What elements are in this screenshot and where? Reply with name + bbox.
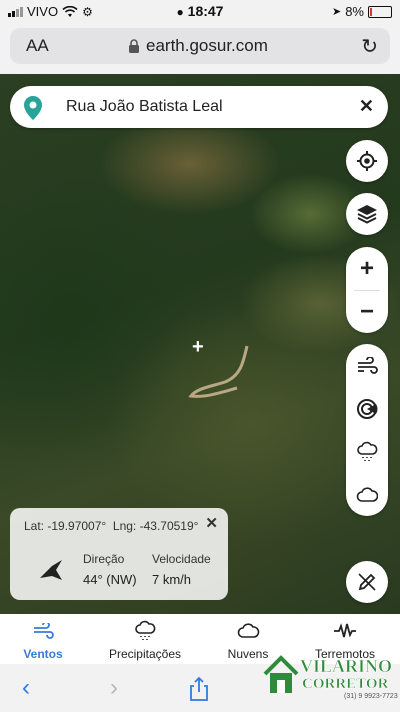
location-pin-icon [24,96,42,120]
back-icon[interactable]: ‹ [22,674,30,702]
map-crosshair: + [192,336,204,358]
house-logo-icon [263,655,299,693]
reload-icon[interactable]: ↻ [361,34,378,59]
cloud-icon [237,623,260,638]
cloud-layer-button[interactable] [346,473,388,516]
cloud-icon [356,486,378,502]
direction-block: Direção 44° (NW) [83,552,137,587]
close-icon[interactable]: ✕ [205,514,218,532]
status-time: 18:47 [187,3,224,19]
location-arrow-icon: ➤ [331,6,342,18]
url-text: earth.gosur.com [146,36,268,55]
address-bar[interactable]: AA earth.gosur.com ↻ [10,28,390,64]
watermark-phone: (31) 9 9923-7723 [344,693,398,700]
lng-value: -43.70519° [139,519,199,533]
close-icon[interactable]: ✕ [359,96,374,117]
search-address: Rua João Batista Leal [66,98,223,115]
speed-block: Velocidade 7 km/h [152,552,211,587]
rain-cloud-icon [357,441,378,461]
watermark-line2: CORRETOR [302,676,389,693]
weather-layer-controls [346,344,388,516]
alarm-icon: ● [176,5,184,19]
wind-icon [358,356,378,374]
radar-layer-button[interactable] [346,387,388,430]
edit-pen-icon [358,573,376,591]
wind-icon [34,623,54,639]
zoom-in-button[interactable]: + [346,247,388,290]
speed-value: 7 km/h [152,572,192,587]
tab-ventos-label: Ventos [23,647,63,661]
forward-icon[interactable]: › [110,674,118,702]
watermark-logo: VILARINO CORRETOR (31) 9 9923-7723 [262,654,398,700]
status-bar: VIVO ⚙ ● 18:47 ➤ 8% [0,0,400,22]
lock-icon [129,39,139,53]
battery-icon [368,5,392,18]
layers-button[interactable] [346,193,388,235]
locate-button[interactable] [346,140,388,182]
direction-value: 44° (NW) [83,572,137,587]
tab-ventos[interactable]: Ventos [18,620,68,661]
layers-icon [357,205,377,224]
share-icon[interactable] [188,676,210,702]
browser-toolbar: AA earth.gosur.com ↻ [0,22,400,74]
lat-value: -19.97007° [47,519,107,533]
text-size-button[interactable]: AA [26,36,49,56]
lng-label: Lng: [112,519,137,533]
radar-icon [357,398,378,419]
locate-icon [357,151,377,171]
rain-cloud-icon [135,620,156,640]
rain-layer-button[interactable] [346,430,388,473]
wind-direction-icon [40,560,62,580]
tab-precipitacoes-label: Precipitações [108,647,182,661]
wind-layer-button[interactable] [346,344,388,387]
watermark-line1: VILARINO [300,656,393,677]
tab-precipitacoes[interactable]: Precipitações [105,620,185,661]
edit-button[interactable] [346,561,388,603]
address-search-bar[interactable]: Rua João Batista Leal ✕ [10,86,388,128]
lat-label: Lat: [24,519,45,533]
zoom-controls: + − [346,247,388,333]
seismic-icon [334,623,356,638]
speed-label: Velocidade [152,552,211,566]
coordinates: Lat: -19.97007° Lng: -43.70519° [24,519,198,533]
zoom-out-button[interactable]: − [346,290,388,333]
wind-info-card: Lat: -19.97007° Lng: -43.70519° ✕ Direçã… [10,508,228,600]
battery-percent: 8% [345,4,364,19]
direction-label: Direção [83,552,125,566]
